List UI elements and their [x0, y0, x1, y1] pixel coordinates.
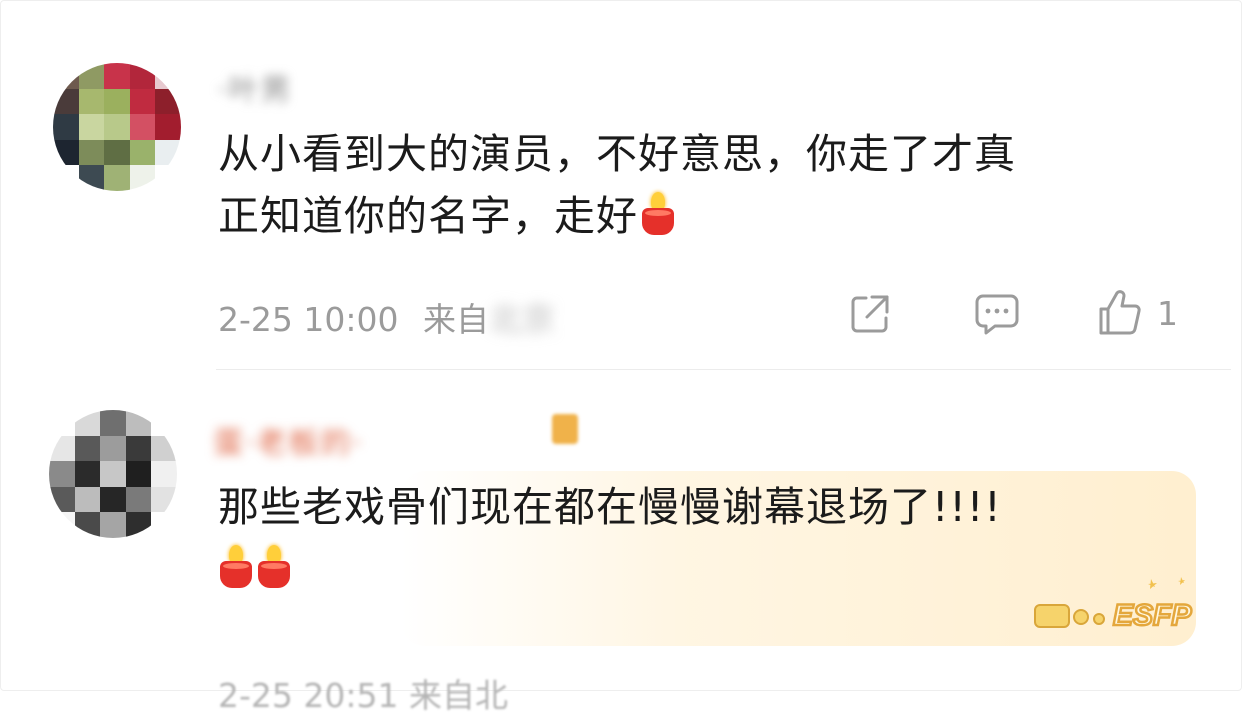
comment-meta: 2-25 10:00 来自北京 — [218, 293, 555, 341]
share-button[interactable] — [847, 291, 893, 337]
comment-text-line: 正知道你的名字，走好 — [218, 185, 1016, 247]
comment-text-line: 从小看到大的演员，不好意思，你走了才真 — [218, 130, 1016, 178]
like-count: 1 — [1157, 293, 1178, 333]
comment-text: 那些老戏骨们现在都在慢慢谢幕退场了!!!! — [218, 476, 1002, 600]
esfp-badge-text: ESFP — [1113, 599, 1192, 632]
candle-emoji-icon — [218, 545, 254, 589]
username[interactable]: 蛋·老板的· — [213, 418, 364, 462]
comment-text: 从小看到大的演员，不好意思，你走了才真 正知道你的名字，走好 — [218, 123, 1016, 247]
member-badge-icon — [552, 414, 578, 444]
location-value: 北京 — [489, 300, 555, 339]
avatar[interactable] — [53, 63, 181, 191]
username[interactable]: ·叶男 — [217, 65, 293, 109]
comment-item: ·叶男 从小看到大的演员，不好意思，你走了才真 正知道你的名字，走好 2-25 … — [1, 1, 1242, 369]
comment-icon — [975, 294, 1019, 335]
avatar[interactable] — [49, 410, 177, 538]
reply-button[interactable] — [973, 292, 1021, 336]
candle-emoji-icon — [640, 192, 676, 236]
avatar-mosaic — [49, 410, 177, 538]
thumbs-up-icon — [1099, 290, 1141, 335]
comment-meta-cutoff: 2-25 20:51 来自北 — [218, 676, 508, 715]
comment-text-line: 那些老戏骨们现在都在慢慢谢幕退场了!!!! — [218, 483, 1002, 531]
comment-list: ·叶男 从小看到大的演员，不好意思，你走了才真 正知道你的名字，走好 2-25 … — [0, 0, 1242, 715]
comment-text-line-content: 正知道你的名字，走好 — [218, 192, 638, 240]
esfp-badge-icon: ESFP — [1034, 577, 1194, 633]
comment-emoji-line — [218, 538, 1002, 600]
candle-emoji-icon — [256, 545, 292, 589]
avatar-mosaic — [53, 63, 181, 191]
comment-item: 蛋·老板的· 那些老戏骨们现在都在慢慢谢幕退场了!!!! ESFP 2-25 2… — [1, 370, 1242, 715]
like-button[interactable]: 1 — [1097, 289, 1178, 337]
location-prefix: 来自 — [423, 300, 489, 339]
share-icon — [851, 295, 889, 333]
timestamp: 2-25 10:00 — [218, 300, 399, 339]
